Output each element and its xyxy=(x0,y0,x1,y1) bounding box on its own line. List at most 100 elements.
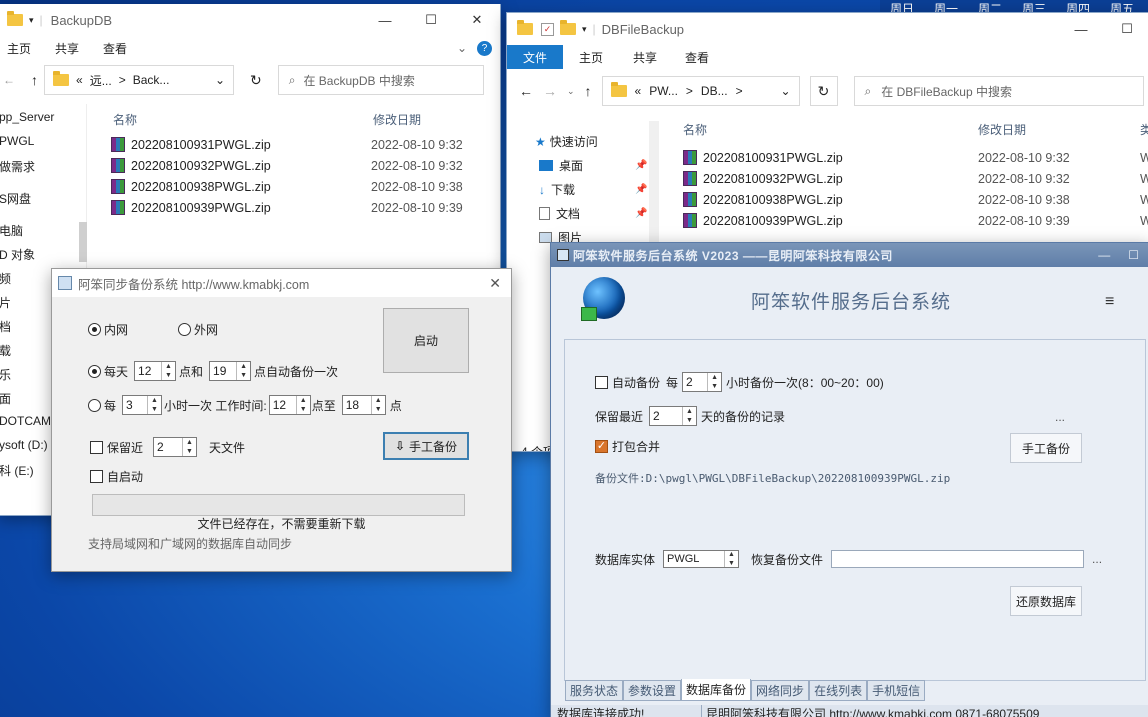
keep-days-stepper[interactable]: 2 ▲ ▼ xyxy=(153,437,198,457)
browse-dots[interactable]: ... xyxy=(1092,552,1102,566)
interval-hours-stepper[interactable]: 3 ▲ ▼ xyxy=(122,395,163,415)
nav-item[interactable]: 片 xyxy=(0,294,11,311)
nav-item-downloads[interactable]: ↓ 下载 📌 xyxy=(539,181,647,198)
browse-dots[interactable]: ... xyxy=(1055,410,1065,424)
tab-file[interactable]: 文件 xyxy=(507,45,564,69)
file-row[interactable]: 202208100938PWGL.zip 2022-08-10 9:38 W xyxy=(683,189,1148,210)
stepper-arrows[interactable]: ▲ ▼ xyxy=(707,373,721,391)
nav-item[interactable]: D 对象 xyxy=(0,246,35,263)
tab-home[interactable]: 主页 xyxy=(0,36,43,60)
nav-item[interactable]: pp_Server xyxy=(0,110,54,124)
search-box[interactable]: ⌕ 在 DBFileBackup 中搜索 xyxy=(853,76,1144,106)
breadcrumb-item[interactable]: DB... xyxy=(701,84,728,98)
stepper-arrows[interactable]: ▲ ▼ xyxy=(295,396,310,414)
file-row[interactable]: 202208100931PWGL.zip 2022-08-10 9:32 W xyxy=(683,147,1148,168)
autostart-checkbox[interactable] xyxy=(90,470,103,483)
restore-database-button[interactable]: 还原数据库 xyxy=(1010,586,1082,616)
chevron-down-icon[interactable]: ⌄ xyxy=(215,73,225,87)
file-row[interactable]: 202208100932PWGL.zip 2022-08-10 9:32 xyxy=(111,155,491,176)
maximize-button[interactable]: ☐ xyxy=(1128,248,1139,262)
col-date-header[interactable]: 修改日期 xyxy=(978,121,1140,138)
tab-service-status[interactable]: 服务状态 xyxy=(565,679,624,701)
tab-sms[interactable]: 手机短信 xyxy=(867,679,926,701)
close-button[interactable]: ✕ xyxy=(454,5,500,35)
auto-backup-checkbox[interactable] xyxy=(595,375,608,389)
nav-item[interactable]: 频 xyxy=(0,270,11,287)
nav-item[interactable]: 载 xyxy=(0,342,11,359)
search-input[interactable]: 在 BackupDB 中搜索 xyxy=(303,72,414,89)
stepper-arrows[interactable]: ▲ ▼ xyxy=(236,362,250,380)
nav-item-desktop[interactable]: 桌面 📌 xyxy=(539,157,647,174)
nav-item[interactable]: 做需求 xyxy=(0,158,35,175)
nav-item-quick-access[interactable]: ★ 快速访问 xyxy=(535,133,598,150)
tab-parameters[interactable]: 参数设置 xyxy=(623,679,682,701)
address-bar[interactable]: « PW... > DB... > ⌄ xyxy=(601,76,800,106)
keep-checkbox[interactable] xyxy=(90,440,103,454)
help-icon[interactable]: ? xyxy=(477,40,492,56)
backup-hours-stepper[interactable]: 2 ▲ ▼ xyxy=(682,372,723,392)
col-type-header[interactable]: 类 xyxy=(1140,121,1148,138)
maximize-button[interactable]: ☐ xyxy=(408,5,454,35)
maximize-button[interactable]: ☐ xyxy=(1104,14,1148,44)
nav-item[interactable]: 科 (E:) xyxy=(0,462,34,479)
chevron-down-icon[interactable]: ▲ ▼ xyxy=(724,551,738,567)
search-box[interactable]: ⌕ 在 BackupDB 中搜索 xyxy=(277,65,484,95)
back-arrow-icon[interactable]: ← xyxy=(519,83,533,99)
work-from-stepper[interactable]: 12 ▲ ▼ xyxy=(268,395,311,415)
manual-backup-button[interactable]: ⇩ 手工备份 xyxy=(383,432,469,460)
properties-icon[interactable]: ✓ xyxy=(541,22,554,36)
tab-online-list[interactable]: 在线列表 xyxy=(809,679,868,701)
breadcrumb-item[interactable]: PW... xyxy=(649,84,678,98)
file-row[interactable]: 202208100939PWGL.zip 2022-08-10 9:39 W xyxy=(683,210,1148,231)
nav-item-documents[interactable]: 文档 📌 xyxy=(539,205,647,222)
chevron-down-icon[interactable]: ⌄ xyxy=(780,84,790,98)
tab-network-sync[interactable]: 网络同步 xyxy=(751,679,810,701)
tab-share[interactable]: 共享 xyxy=(43,36,91,60)
nav-item[interactable]: PWGL xyxy=(0,134,34,148)
file-row[interactable]: 202208100931PWGL.zip 2022-08-10 9:32 xyxy=(111,134,491,155)
col-name-header[interactable]: 名称 xyxy=(683,121,978,138)
nav-item[interactable]: 电脑 xyxy=(0,222,23,239)
nav-item[interactable]: DOTCAM xyxy=(0,414,51,428)
db-select[interactable]: PWGL ▲ ▼ xyxy=(663,550,740,568)
qat-dropdown-icon[interactable]: ▾ xyxy=(29,15,34,26)
start-button[interactable]: 启动 xyxy=(383,308,469,373)
work-to-stepper[interactable]: 18 ▲ ▼ xyxy=(341,395,386,415)
up-arrow-icon[interactable]: ↑ xyxy=(585,83,592,99)
address-bar[interactable]: « 远... > Back... ⌄ xyxy=(44,65,234,95)
tab-database-backup[interactable]: 数据库备份 xyxy=(681,679,752,701)
file-row[interactable]: 202208100932PWGL.zip 2022-08-10 9:32 W xyxy=(683,168,1148,189)
tab-share[interactable]: 共享 xyxy=(619,45,671,69)
tab-home[interactable]: 主页 xyxy=(563,45,619,69)
nav-item[interactable]: S网盘 xyxy=(0,190,31,207)
stepper-arrows[interactable]: ▲ ▼ xyxy=(182,438,196,456)
stepper-arrows[interactable]: ▲ ▼ xyxy=(147,396,161,414)
refresh-icon[interactable]: ↻ xyxy=(250,72,262,89)
close-button[interactable]: ✕ xyxy=(489,275,501,292)
breadcrumb-item[interactable]: 远... xyxy=(90,72,112,89)
file-row[interactable]: 202208100939PWGL.zip 2022-08-10 9:39 xyxy=(111,197,491,218)
stepper-arrows[interactable]: ▲ ▼ xyxy=(161,362,175,380)
daily-hour1-stepper[interactable]: 12 ▲ ▼ xyxy=(134,361,177,381)
minimize-button[interactable]: — xyxy=(1058,14,1104,44)
keep-days-stepper[interactable]: 2 ▲ ▼ xyxy=(649,406,698,426)
ribbon-expand-icon[interactable]: ⌄ xyxy=(457,41,467,55)
nav-scrollbar[interactable] xyxy=(79,222,87,262)
nav-item[interactable]: ysoft (D:) xyxy=(0,438,48,452)
file-row[interactable]: 202208100938PWGL.zip 2022-08-10 9:38 xyxy=(111,176,491,197)
tab-view[interactable]: 查看 xyxy=(671,45,723,69)
refresh-icon[interactable]: ↻ xyxy=(809,76,838,106)
stepper-arrows[interactable]: ▲ ▼ xyxy=(682,407,696,425)
daily-hour2-stepper[interactable]: 19 ▲ ▼ xyxy=(209,361,252,381)
search-input[interactable]: 在 DBFileBackup 中搜索 xyxy=(881,83,1012,100)
pack-checkbox[interactable]: ✓ xyxy=(595,440,608,453)
up-arrow-icon[interactable]: ↑ xyxy=(31,72,38,88)
interval-radio[interactable] xyxy=(88,398,101,412)
hamburger-menu-icon[interactable]: ≡ xyxy=(1105,293,1114,311)
tab-view[interactable]: 查看 xyxy=(91,36,139,60)
recent-dropdown-icon[interactable]: ⌄ xyxy=(567,86,575,97)
back-arrow-icon[interactable]: ← xyxy=(3,73,15,87)
lan-radio[interactable] xyxy=(88,323,101,336)
breadcrumb-item[interactable]: Back... xyxy=(133,73,170,87)
restore-file-input[interactable] xyxy=(831,550,1085,568)
